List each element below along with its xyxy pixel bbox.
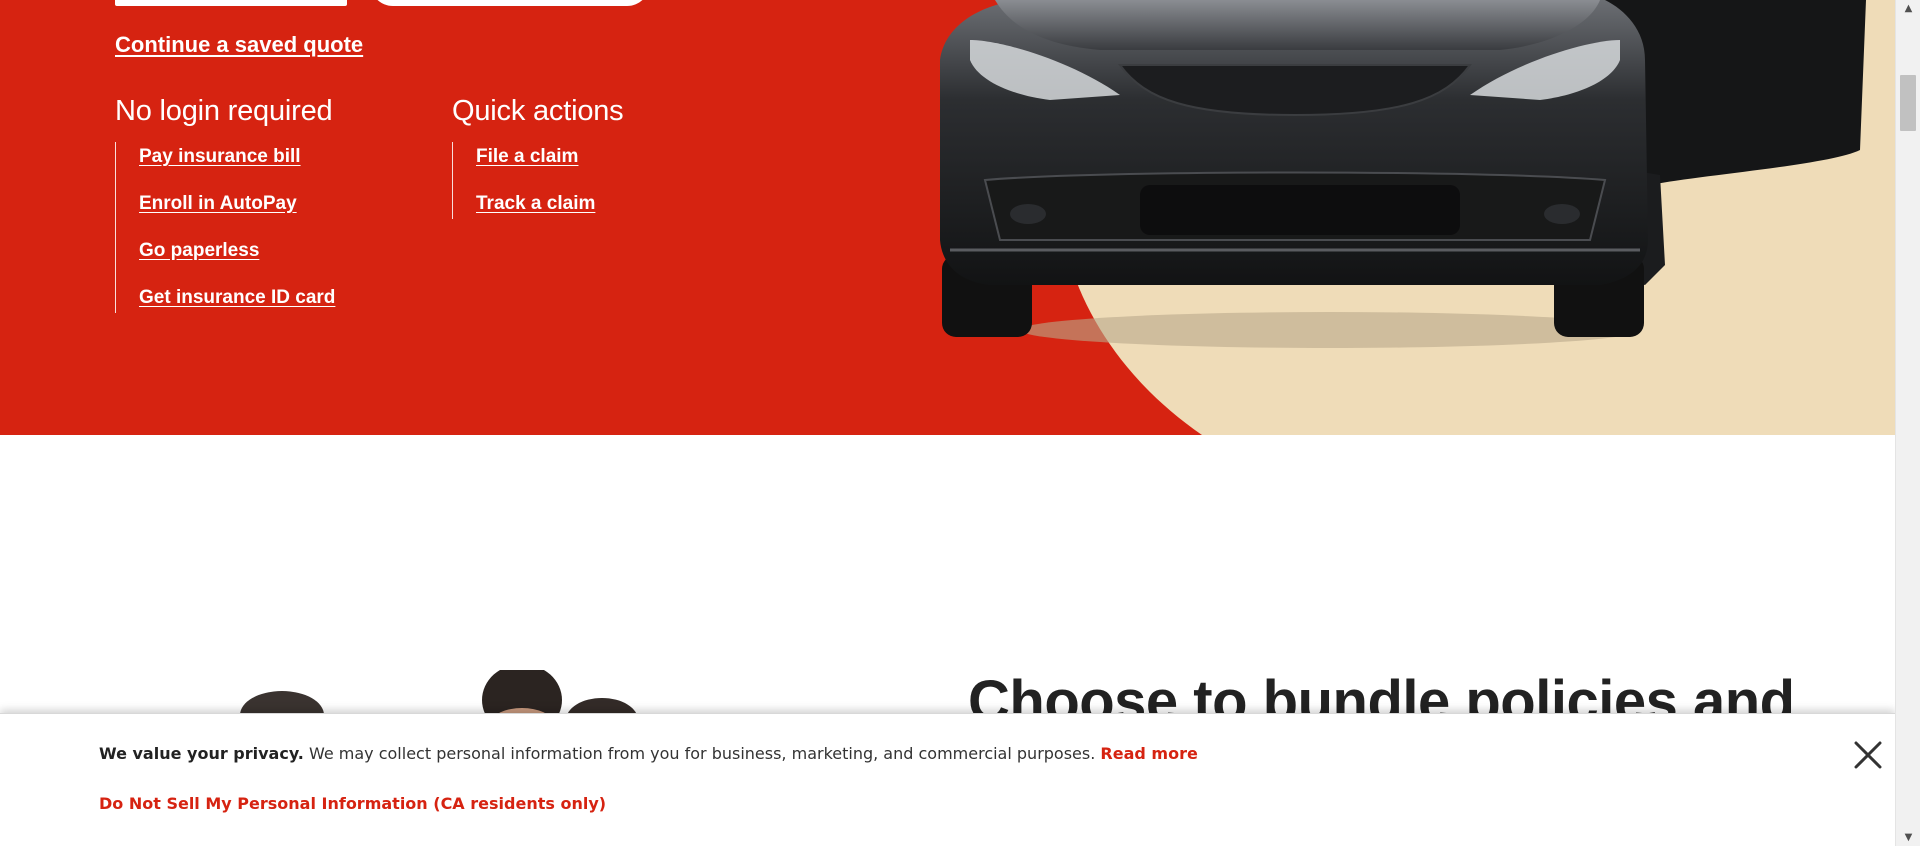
quick-actions-links: File a claim Track a claim (452, 142, 623, 219)
list-item: Enroll in AutoPay (139, 189, 335, 236)
scroll-up-arrow-icon[interactable]: ▲ (1896, 0, 1920, 17)
pay-insurance-bill-link[interactable]: Pay insurance bill (139, 146, 301, 167)
continue-saved-quote-link[interactable]: Continue a saved quote (115, 32, 363, 58)
get-insurance-id-card-link[interactable]: Get insurance ID card (139, 287, 335, 308)
list-item: File a claim (476, 142, 623, 189)
right-fog-light (1544, 204, 1580, 224)
page: Continue a saved quote No login required… (0, 0, 1920, 846)
zip-code-input[interactable] (115, 0, 347, 6)
car-hood (995, 0, 1600, 50)
privacy-body-text: We may collect personal information from… (303, 744, 1101, 763)
scrollbar-thumb[interactable] (1900, 75, 1916, 131)
file-a-claim-link[interactable]: File a claim (476, 146, 578, 167)
car-shadow (1020, 312, 1640, 348)
do-not-sell-link[interactable]: Do Not Sell My Personal Information (CA … (99, 794, 606, 813)
privacy-banner: We value your privacy. We may collect pe… (0, 713, 1895, 846)
go-paperless-link[interactable]: Go paperless (139, 240, 259, 261)
no-login-links: Pay insurance bill Enroll in AutoPay Go … (115, 142, 335, 313)
start-quote-button[interactable] (370, 0, 650, 6)
privacy-bold-text: We value your privacy. (99, 744, 304, 763)
list-item: Get insurance ID card (139, 283, 335, 313)
read-more-link[interactable]: Read more (1100, 744, 1197, 763)
track-a-claim-link[interactable]: Track a claim (476, 193, 595, 214)
hero-section: Continue a saved quote No login required… (0, 0, 1895, 435)
no-login-required-heading: No login required (115, 95, 333, 127)
quick-actions-heading: Quick actions (452, 95, 624, 127)
no-login-required-group: No login required Pay insurance bill Enr… (115, 95, 335, 313)
quick-actions-group: Quick actions File a claim Track a claim (452, 95, 624, 219)
close-icon (1854, 741, 1882, 769)
hero-car-illustration (940, 0, 1895, 435)
list-item: Go paperless (139, 236, 335, 283)
close-banner-button[interactable] (1853, 740, 1883, 770)
list-item: Track a claim (476, 189, 623, 219)
enroll-autopay-link[interactable]: Enroll in AutoPay (139, 193, 297, 214)
list-item: Pay insurance bill (139, 142, 335, 189)
vertical-scrollbar[interactable]: ▲ ▼ (1895, 0, 1920, 846)
hero-car-image (900, 0, 1895, 435)
scroll-down-arrow-icon[interactable]: ▼ (1896, 829, 1920, 846)
lower-grille (1140, 185, 1460, 235)
privacy-message: We value your privacy. We may collect pe… (99, 744, 1198, 763)
left-fog-light (1010, 204, 1046, 224)
